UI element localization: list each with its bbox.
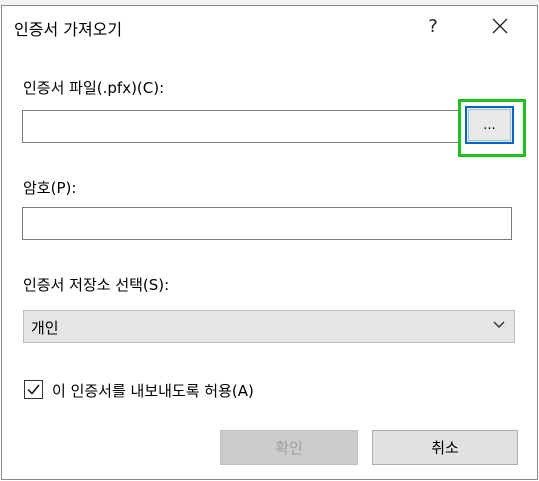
browse-button-label: ... [483,118,496,133]
store-select[interactable]: 개인 [23,310,515,343]
title-bar: 인증서 가져오기 ? [2,6,537,47]
close-button[interactable] [477,10,523,42]
export-checkbox[interactable] [24,380,43,399]
store-selected-value: 개인 [31,319,59,337]
ok-button[interactable]: 확인 [220,430,358,465]
export-checkbox-label[interactable]: 이 인증서를 내보내도록 허용(A) [52,380,254,401]
cert-file-label: 인증서 파일(.pfx)(C): [23,79,165,97]
store-label: 인증서 저장소 선택(S): [23,276,170,294]
chevron-down-icon [493,321,505,328]
help-icon: ? [428,15,438,37]
cancel-button-label: 취소 [431,439,459,457]
password-label: 암호(P): [23,179,77,197]
cancel-button[interactable]: 취소 [372,430,518,465]
browse-button[interactable]: ... [465,106,514,144]
password-input[interactable] [22,207,512,240]
help-button[interactable]: ? [416,10,450,42]
close-icon [492,18,508,34]
dialog-title: 인증서 가져오기 [14,20,123,39]
checkmark-icon [27,384,40,395]
certificate-import-dialog: 인증서 가져오기 ? 인증서 파일(.pfx)(C): ... 암호(P): 인… [1,5,538,480]
cert-file-input[interactable] [22,110,460,143]
ok-button-label: 확인 [275,439,303,457]
